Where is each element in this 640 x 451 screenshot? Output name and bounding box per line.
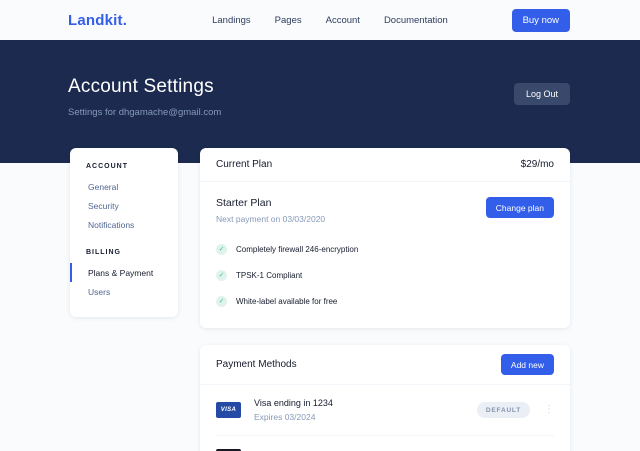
settings-sidebar: Account General Security Notifications B… bbox=[70, 148, 178, 317]
buy-now-button[interactable]: Buy now bbox=[512, 9, 570, 32]
check-icon: ✓ bbox=[216, 296, 227, 307]
list-item: ✓ White-label available for free bbox=[216, 288, 554, 314]
nav-item-pages[interactable]: Pages bbox=[275, 15, 302, 26]
payment-methods-card: Payment Methods Add new VISA Visa ending… bbox=[200, 345, 570, 451]
page-header-text: Account Settings Settings for dhgamache@… bbox=[68, 76, 221, 118]
top-navbar: Landkit. Landings Pages Account Document… bbox=[0, 0, 640, 40]
sidebar-item-security[interactable]: Security bbox=[70, 196, 178, 215]
table-row: Mastercard ending in 1234 ⋮ bbox=[216, 436, 554, 451]
page-title: Account Settings bbox=[68, 76, 221, 98]
sidebar-item-notifications[interactable]: Notifications bbox=[70, 215, 178, 234]
more-options-icon[interactable]: ⋮ bbox=[544, 405, 554, 415]
feature-label: White-label available for free bbox=[236, 297, 337, 306]
visa-card-label: VISA bbox=[221, 407, 237, 413]
add-new-button[interactable]: Add new bbox=[501, 354, 554, 375]
sidebar-item-users[interactable]: Users bbox=[70, 282, 178, 301]
plan-features-list: ✓ Completely firewall 246-encryption ✓ T… bbox=[200, 224, 570, 328]
plan-body: Starter Plan Next payment on 03/03/2020 … bbox=[200, 182, 570, 224]
list-item: ✓ Completely firewall 246-encryption bbox=[216, 236, 554, 262]
nav-item-account[interactable]: Account bbox=[326, 15, 360, 26]
card-expiry: Expires 03/2024 bbox=[254, 412, 477, 422]
sidebar-section-account: Account bbox=[70, 163, 178, 170]
plan-info: Starter Plan Next payment on 03/03/2020 bbox=[216, 197, 325, 224]
table-row: VISA Visa ending in 1234 Expires 03/2024… bbox=[216, 385, 554, 436]
logout-button[interactable]: Log Out bbox=[514, 83, 570, 105]
settings-main-column: Current Plan $29/mo Starter Plan Next pa… bbox=[200, 148, 570, 451]
payment-methods-title: Payment Methods bbox=[216, 359, 297, 370]
current-plan-header: Current Plan $29/mo bbox=[200, 148, 570, 182]
payment-methods-list: VISA Visa ending in 1234 Expires 03/2024… bbox=[200, 385, 570, 451]
current-plan-title: Current Plan bbox=[216, 159, 272, 170]
check-icon: ✓ bbox=[216, 244, 227, 255]
nav-item-documentation[interactable]: Documentation bbox=[384, 15, 448, 26]
card-info: Visa ending in 1234 Expires 03/2024 bbox=[254, 398, 477, 422]
plan-name: Starter Plan bbox=[216, 197, 325, 209]
sidebar-section-billing: Billing bbox=[70, 249, 178, 256]
page-subtitle: Settings for dhgamache@gmail.com bbox=[68, 107, 221, 118]
sidebar-item-general[interactable]: General bbox=[70, 177, 178, 196]
plan-price: $29/mo bbox=[521, 159, 554, 170]
card-title: Visa ending in 1234 bbox=[254, 398, 477, 408]
feature-label: TPSK-1 Compliant bbox=[236, 271, 302, 280]
plan-next-payment: Next payment on 03/03/2020 bbox=[216, 214, 325, 224]
sidebar-item-plans-payment[interactable]: Plans & Payment bbox=[70, 263, 178, 282]
list-item: ✓ TPSK-1 Compliant bbox=[216, 262, 554, 288]
content-area: Account General Security Notifications B… bbox=[0, 148, 640, 451]
page-header: Account Settings Settings for dhgamache@… bbox=[0, 40, 640, 163]
nav-item-landings[interactable]: Landings bbox=[212, 15, 251, 26]
brand-logo[interactable]: Landkit. bbox=[68, 12, 127, 29]
feature-label: Completely firewall 246-encryption bbox=[236, 245, 358, 254]
visa-card-icon: VISA bbox=[216, 402, 241, 418]
payment-methods-header: Payment Methods Add new bbox=[200, 345, 570, 385]
current-plan-card: Current Plan $29/mo Starter Plan Next pa… bbox=[200, 148, 570, 328]
nav-menu: Landings Pages Account Documentation bbox=[212, 15, 511, 26]
change-plan-button[interactable]: Change plan bbox=[486, 197, 554, 218]
status-badge: DEFAULT bbox=[477, 402, 530, 418]
check-icon: ✓ bbox=[216, 270, 227, 281]
